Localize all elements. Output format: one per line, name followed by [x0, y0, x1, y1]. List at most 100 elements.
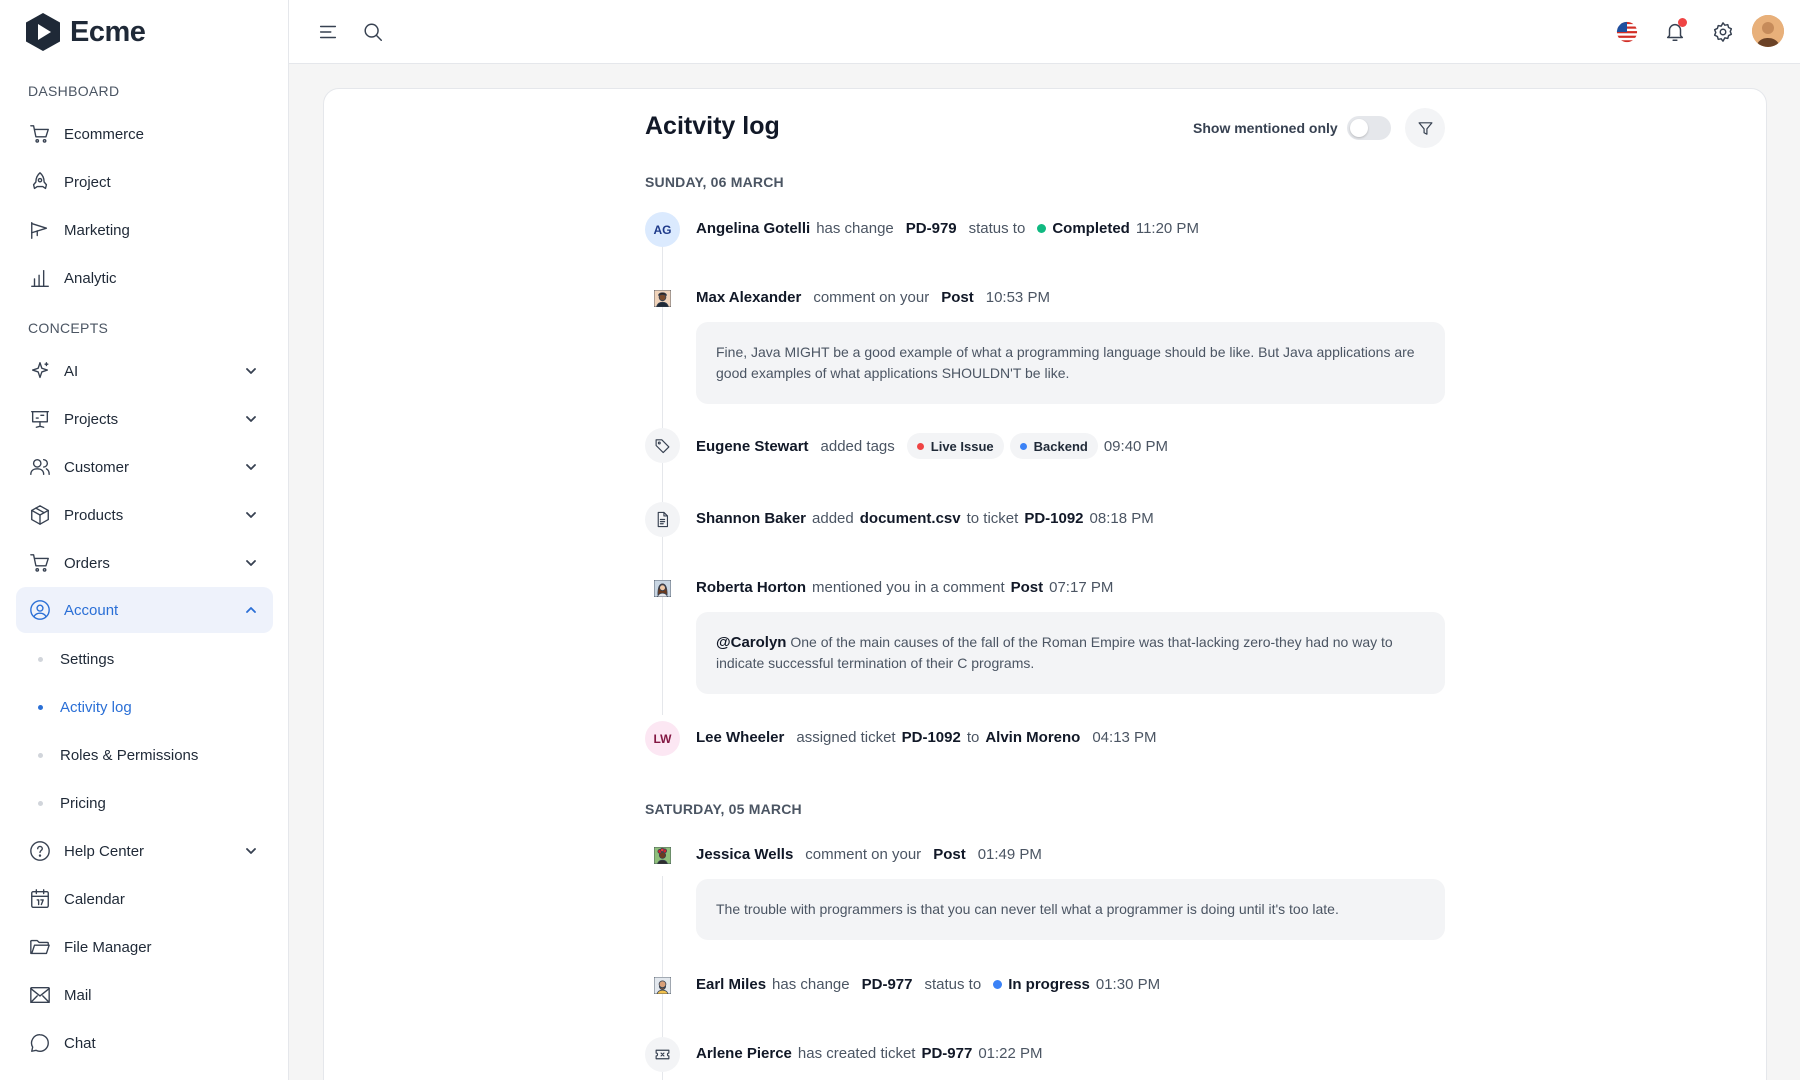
cart-icon [28, 551, 52, 575]
sidebar-item-label: Projects [64, 410, 119, 428]
activity-text: Earl Miles has change PD-977 status to I… [696, 976, 1160, 993]
file-name[interactable]: document.csv [860, 510, 961, 527]
calendar-icon [28, 887, 52, 911]
mention-toggle-label: Show mentioned only [1193, 120, 1338, 136]
user-name[interactable]: Jessica Wells [696, 846, 793, 863]
assignee-name[interactable]: Alvin Moreno [985, 729, 1080, 746]
post-link[interactable]: Post [933, 846, 966, 863]
notifications-button[interactable] [1661, 18, 1689, 46]
avatar-image [1752, 15, 1784, 47]
settings-button[interactable] [1709, 18, 1737, 46]
activity-text: Max Alexander comment on your Post 10:53… [696, 289, 1050, 306]
tag-icon [645, 428, 680, 463]
user-circle-icon [28, 598, 52, 622]
sidebar-item-products[interactable]: Products [16, 492, 273, 538]
sidebar-item-customer[interactable]: Customer [16, 444, 273, 490]
sidebar-item-analytic[interactable]: Analytic [16, 255, 273, 301]
document-icon [645, 502, 680, 537]
ticket-id[interactable]: PD-979 [906, 220, 957, 237]
tag-live-issue[interactable]: Live Issue [906, 433, 1004, 459]
avatar [645, 571, 680, 606]
page-title: Acitvity log [645, 112, 780, 140]
user-name[interactable]: Roberta Horton [696, 579, 806, 596]
chevron-down-icon [243, 363, 259, 379]
bar-chart-icon [28, 266, 52, 290]
avatar: LW [645, 721, 680, 756]
user-name[interactable]: Lee Wheeler [696, 729, 784, 746]
language-button[interactable] [1613, 18, 1641, 46]
sidebar-item-chat[interactable]: Chat [16, 1020, 273, 1066]
action-text: mentioned you in a comment [812, 579, 1005, 596]
user-name[interactable]: Earl Miles [696, 976, 766, 993]
comment-text: One of the main causes of the fall of th… [716, 634, 1393, 671]
sidebar-item-mail[interactable]: Mail [16, 972, 273, 1018]
sidebar-subitem-activity-log[interactable]: Activity log [16, 687, 273, 727]
tag-label: Live Issue [930, 438, 994, 454]
sidebar-item-calendar[interactable]: Calendar [16, 876, 273, 922]
tag-dot [916, 442, 924, 450]
user-name[interactable]: Angelina Gotelli [696, 220, 810, 237]
activity-text: Shannon Baker added document.csv to tick… [696, 510, 1154, 527]
chevron-down-icon [243, 459, 259, 475]
mention-tag[interactable]: @Carolyn [716, 634, 786, 651]
activity-text: Angelina Gotelli has change PD-979 statu… [696, 220, 1199, 237]
sidebar-item-label: File Manager [64, 938, 152, 956]
ticket-id[interactable]: PD-1092 [1024, 510, 1083, 527]
action-text: comment on your [813, 289, 930, 306]
user-name[interactable]: Shannon Baker [696, 510, 806, 527]
timestamp: 09:40 PM [1103, 437, 1169, 455]
sidebar-item-file-manager[interactable]: File Manager [16, 924, 273, 970]
ticket-icon [645, 1037, 680, 1072]
activity-text: Roberta Horton mentioned you in a commen… [696, 579, 1113, 596]
avatar [645, 838, 680, 873]
menu-toggle-button[interactable] [314, 18, 342, 46]
mention-toggle-switch[interactable] [1347, 116, 1391, 140]
sidebar-item-marketing[interactable]: Marketing [16, 207, 273, 253]
app-logo[interactable]: Ecme [24, 12, 146, 52]
sidebar: Ecme DASHBOARD Ecommerce Project Marketi… [0, 0, 289, 1080]
sidebar-item-help-center[interactable]: Help Center [16, 828, 273, 874]
sidebar-subitem-pricing[interactable]: Pricing [16, 783, 273, 823]
tag-dot [1019, 442, 1027, 450]
user-name[interactable]: Arlene Pierce [696, 1045, 792, 1062]
user-name[interactable]: Eugene Stewart [696, 438, 809, 455]
chevron-down-icon [243, 507, 259, 523]
action-text: has change [816, 220, 894, 237]
user-avatar[interactable] [1752, 15, 1784, 47]
ticket-id[interactable]: PD-1092 [902, 729, 961, 746]
search-button[interactable] [359, 18, 387, 46]
user-name[interactable]: Max Alexander [696, 289, 801, 306]
toggle-knob [1350, 119, 1368, 137]
post-link[interactable]: Post [941, 289, 974, 306]
status-value: Completed [1052, 220, 1130, 237]
chevron-up-icon [243, 602, 259, 618]
sidebar-item-ecommerce[interactable]: Ecommerce [16, 111, 273, 157]
sidebar-subitem-roles-permissions[interactable]: Roles & Permissions [16, 735, 273, 775]
sidebar-item-label: Pricing [60, 794, 106, 812]
avatar: AG [645, 212, 680, 247]
tag-backend[interactable]: Backend [1009, 433, 1098, 459]
comment-box: Fine, Java MIGHT be a good example of wh… [696, 322, 1445, 404]
ticket-id[interactable]: PD-977 [921, 1045, 972, 1062]
action-text: to ticket [966, 510, 1019, 527]
chevron-down-icon [243, 555, 259, 571]
sidebar-item-label: Customer [64, 458, 130, 476]
menu-icon [319, 25, 337, 39]
ticket-id[interactable]: PD-977 [862, 976, 913, 993]
sidebar-item-project[interactable]: Project [16, 159, 273, 205]
sidebar-item-ai[interactable]: AI [16, 348, 273, 394]
filter-button[interactable] [1405, 108, 1445, 148]
folder-icon [28, 935, 52, 959]
comment-box: The trouble with programmers is that you… [696, 879, 1445, 940]
sidebar-subitem-settings[interactable]: Settings [16, 639, 273, 679]
post-link[interactable]: Post [1011, 579, 1044, 596]
action-text: added tags [820, 437, 895, 455]
avatar [645, 281, 680, 316]
sidebar-item-orders[interactable]: Orders [16, 540, 273, 586]
tag-label: Backend [1033, 438, 1088, 454]
us-flag-icon [1616, 21, 1638, 43]
sidebar-item-account[interactable]: Account [16, 587, 273, 633]
action-text: has created ticket [797, 1045, 916, 1062]
sidebar-item-label: Settings [60, 650, 115, 668]
sidebar-item-projects[interactable]: Projects [16, 396, 273, 442]
